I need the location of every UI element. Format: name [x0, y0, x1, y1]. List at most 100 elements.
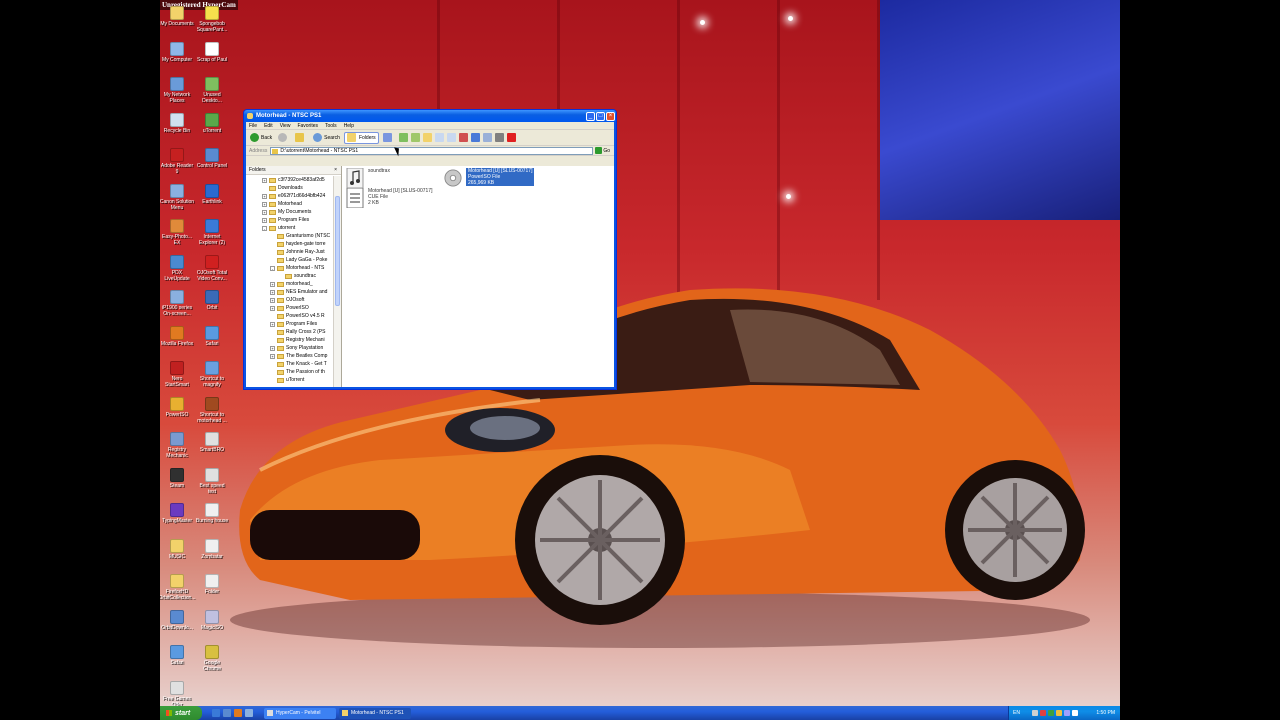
tree-item[interactable]: hayden-gate torre: [246, 240, 333, 248]
tree-item[interactable]: The Passion of th: [246, 368, 333, 376]
desktop-quicklaunch-icon[interactable]: [223, 709, 231, 717]
undo-icon[interactable]: [470, 133, 480, 142]
desktop-icon[interactable]: Adobe Reader 9: [160, 148, 195, 175]
expand-toggle[interactable]: +: [270, 321, 275, 327]
expand-toggle[interactable]: +: [262, 193, 267, 199]
desktop-icon[interactable]: FirefoxHD OrbitCollection...: [160, 574, 195, 601]
copy-to-icon[interactable]: [410, 133, 420, 142]
desktop-icon[interactable]: Folder: [194, 574, 230, 595]
explorer-window[interactable]: Motorhead - NTSC PS1 _ □ × File Edit Vie…: [243, 109, 617, 390]
file-item-iso[interactable]: Motorhead [U] [SLUS-00717] PowerISO File…: [444, 168, 535, 188]
go-button[interactable]: Go: [595, 147, 610, 154]
address-input[interactable]: D:\utorrent\Motorhead - NTSC PS1: [270, 146, 594, 155]
desktop-icon[interactable]: My Network Places: [160, 77, 195, 104]
tree-item[interactable]: + c3f7392ce4583af2d5: [246, 176, 333, 184]
tree-item[interactable]: soundtrac: [246, 272, 333, 280]
desktop-icon[interactable]: Shortcut to motorhead ...: [194, 396, 230, 424]
tree-item[interactable]: Downloads: [246, 184, 333, 192]
maximize-button[interactable]: □: [596, 111, 605, 121]
desktop-icon[interactable]: TypingMaster: [160, 503, 195, 524]
tray-icon[interactable]: [1063, 710, 1070, 716]
desktop-icon[interactable]: Easy-Photo... EX: [160, 219, 195, 246]
desktop-icon[interactable]: Scrap of Paul: [194, 41, 230, 63]
tree-item[interactable]: Lady GaGa - Poke: [246, 256, 333, 264]
expand-toggle[interactable]: +: [270, 297, 275, 303]
desktop-icon[interactable]: OrbitDownlo...: [160, 609, 195, 631]
up-folder-button[interactable]: [293, 132, 309, 144]
desktop-icon[interactable]: Burning house: [194, 503, 230, 524]
desktop-icon[interactable]: My Computer: [160, 41, 195, 63]
ie-quicklaunch-icon[interactable]: [212, 709, 220, 717]
expand-toggle[interactable]: +: [270, 305, 275, 311]
tray-icon[interactable]: [1039, 710, 1046, 716]
desktop-icon[interactable]: OJOsoft Total Video Conv...: [194, 254, 230, 282]
scrollbar-thumb[interactable]: [335, 196, 340, 306]
expand-toggle[interactable]: +: [270, 345, 275, 351]
desktop-icon[interactable]: Mozilla Firefox: [160, 325, 195, 347]
menu-tools[interactable]: Tools: [325, 123, 337, 129]
menu-help[interactable]: Help: [344, 123, 354, 129]
desktop-icon[interactable]: My Documents: [160, 6, 195, 27]
tree-item[interactable]: Johnnie Ray-Just: [246, 248, 333, 256]
expand-toggle[interactable]: +: [262, 209, 267, 215]
desktop-icon[interactable]: PDX LiveUpdate: [160, 254, 195, 282]
views-button[interactable]: [381, 132, 397, 144]
tree-item[interactable]: + e062f71d66d4bfb424: [246, 192, 333, 200]
firefox-quicklaunch-icon[interactable]: [234, 709, 242, 717]
desktop-icon[interactable]: uTorrent: [194, 112, 230, 134]
tree-item[interactable]: + Sony Playstation: [246, 344, 333, 352]
tray-icon[interactable]: [1055, 710, 1062, 716]
delete-icon[interactable]: [458, 133, 468, 142]
volume-icon[interactable]: [1071, 710, 1078, 716]
tree-item[interactable]: + PowerISO: [246, 304, 333, 312]
tree-item[interactable]: Rally Cross 2 (PS: [246, 328, 333, 336]
task-hypercam[interactable]: HyperCam - Pelvitel: [264, 707, 336, 719]
tree-item[interactable]: + Program Files: [246, 216, 333, 224]
close-x-icon[interactable]: [506, 133, 516, 142]
desktop-icon[interactable]: Shortcut to magnify: [194, 361, 230, 388]
tree-item[interactable]: Registry Mechani: [246, 336, 333, 344]
tree-item[interactable]: The Knack - Get T: [246, 360, 333, 368]
expand-toggle[interactable]: +: [262, 177, 267, 183]
start-button[interactable]: start: [160, 706, 202, 720]
tree-item[interactable]: + motorhead_: [246, 280, 333, 288]
expand-toggle[interactable]: +: [270, 289, 275, 295]
desktop-icon[interactable]: iP1900 series On-screen...: [160, 290, 195, 317]
desktop-icon[interactable]: Safari: [160, 645, 195, 666]
tray-icon[interactable]: [1047, 710, 1054, 716]
file-item-soundtrax[interactable]: soundtrax: [346, 168, 390, 188]
desktop-icon[interactable]: PowerISO: [160, 396, 195, 418]
menu-file[interactable]: File: [249, 123, 257, 129]
desktop-icon[interactable]: Steam: [160, 467, 195, 489]
desktop-icon[interactable]: Canon Solution Menu: [160, 183, 195, 211]
desktop-icon[interactable]: MagicISO: [194, 609, 230, 631]
tree-item[interactable]: + NES Emulator and: [246, 288, 333, 296]
new-folder-icon[interactable]: [422, 133, 432, 142]
properties-icon[interactable]: [482, 133, 492, 142]
tree-item[interactable]: PowerISO v4.5 R: [246, 312, 333, 320]
minimize-button[interactable]: _: [586, 111, 595, 121]
desktop-icon[interactable]: SmartBRO: [194, 432, 230, 453]
tree-item[interactable]: - Motorhead - NTS: [246, 264, 333, 272]
desktop-icon[interactable]: Google Chrome: [194, 645, 230, 672]
desktop-icon[interactable]: Recycle Bin: [160, 112, 195, 134]
desktop-icon[interactable]: Best speed test: [194, 467, 230, 495]
desktop-icon[interactable]: Internet Explorer (2): [194, 219, 230, 246]
tree-item[interactable]: + Program Files: [246, 320, 333, 328]
desktop-icon[interactable]: Control Panel: [194, 148, 230, 169]
paste-icon[interactable]: [446, 133, 456, 142]
folders-button[interactable]: Folders: [343, 131, 379, 144]
expand-toggle[interactable]: -: [262, 225, 267, 231]
tree-item[interactable]: + The Beatles Comp: [246, 352, 333, 360]
menu-favorites[interactable]: Favorites: [297, 123, 318, 129]
task-explorer[interactable]: Motorhead - NTSC PS1: [339, 707, 411, 719]
close-folders-pane-button[interactable]: ×: [334, 167, 337, 173]
clock[interactable]: 1:50 PM: [1096, 710, 1115, 716]
tree-item[interactable]: - utorrent: [246, 224, 333, 232]
menu-edit[interactable]: Edit: [264, 123, 273, 129]
tree-item[interactable]: Granturismo (NTSC: [246, 232, 333, 240]
menu-view[interactable]: View: [280, 123, 291, 129]
desktop-icon[interactable]: Orbit: [194, 290, 230, 311]
desktop-icon[interactable]: Spongebob SquarePant...: [194, 6, 230, 33]
tree-item[interactable]: + OJOsoft: [246, 296, 333, 304]
